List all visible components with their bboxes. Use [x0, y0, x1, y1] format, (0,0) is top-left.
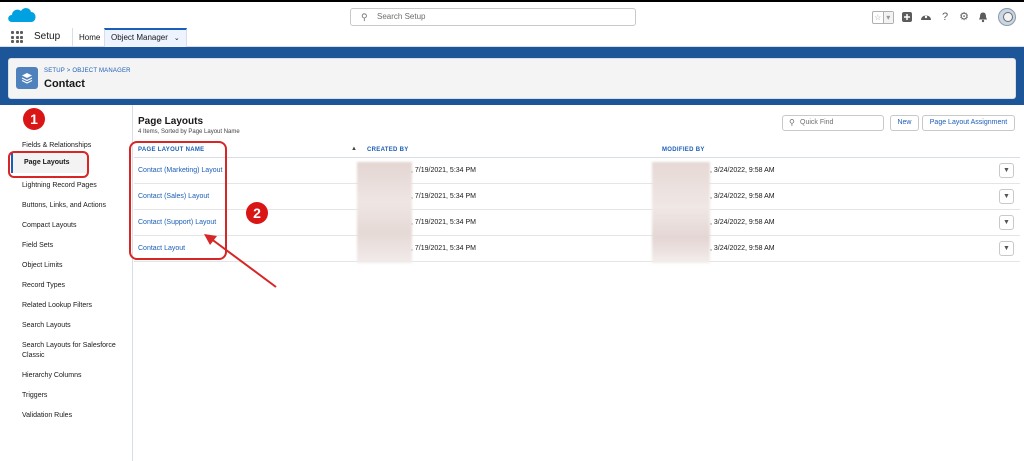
- sidebar-item-record-types[interactable]: Record Types: [22, 281, 126, 291]
- tab-object-manager-label: Object Manager: [111, 33, 168, 42]
- highlight-page-layouts: [8, 151, 89, 178]
- table-header: PAGE LAYOUT NAME ▲ CREATED BY MODIFIED B…: [134, 144, 1020, 158]
- step-badge-1: 1: [23, 108, 45, 130]
- row-actions-dropdown[interactable]: ▼: [999, 163, 1014, 178]
- modified-by-cell: , 3/24/2022, 9:58 AM: [710, 167, 775, 174]
- column-header-modified-by[interactable]: MODIFIED BY: [662, 147, 705, 153]
- search-icon: ⚲: [361, 12, 368, 22]
- setup-nav-bar: Setup Home Object Manager ⌄: [0, 28, 1024, 47]
- breadcrumb[interactable]: SETUP > OBJECT MANAGER: [44, 68, 131, 74]
- created-by-cell: , 7/19/2021, 5:34 PM: [411, 219, 476, 226]
- search-setup-input[interactable]: ⚲ Search Setup: [350, 8, 636, 26]
- header-utility-icons: ☆ ▾ ? ⚙: [872, 7, 1016, 27]
- tab-home[interactable]: Home: [72, 28, 106, 47]
- chevron-down-icon: ▼: [1003, 245, 1010, 252]
- modified-by-cell: , 3/24/2022, 9:58 AM: [710, 245, 775, 252]
- sidebar-item-object-limits[interactable]: Object Limits: [22, 261, 126, 271]
- tab-object-manager[interactable]: Object Manager ⌄: [104, 28, 187, 47]
- column-header-created-by[interactable]: CREATED BY: [367, 147, 409, 153]
- app-name: Setup: [34, 31, 61, 42]
- sidebar-item-search-layouts-classic[interactable]: Search Layouts for Salesforce Classic: [22, 341, 126, 361]
- row-actions-dropdown[interactable]: ▼: [999, 241, 1014, 256]
- chevron-down-icon: ▼: [1003, 193, 1010, 200]
- redacted-user-name: [652, 162, 710, 263]
- sidebar-item-lightning-record-pages[interactable]: Lightning Record Pages: [22, 181, 126, 191]
- tab-home-label: Home: [79, 33, 101, 42]
- sidebar-item-validation-rules[interactable]: Validation Rules: [22, 411, 126, 421]
- redacted-user-name: [357, 162, 412, 263]
- sidebar-item-search-layouts[interactable]: Search Layouts: [22, 321, 126, 331]
- row-actions-dropdown[interactable]: ▼: [999, 215, 1014, 230]
- step-badge-2: 2: [246, 202, 268, 224]
- app-launcher-icon[interactable]: [11, 31, 23, 43]
- add-icon[interactable]: [901, 11, 913, 23]
- sidebar-item-compact-layouts[interactable]: Compact Layouts: [22, 221, 126, 231]
- chevron-down-icon[interactable]: ⌄: [174, 35, 180, 42]
- created-by-cell: , 7/19/2021, 5:34 PM: [411, 245, 476, 252]
- page-layout-assignment-button[interactable]: Page Layout Assignment: [922, 115, 1015, 131]
- sidebar-item-fields-relationships[interactable]: Fields & Relationships: [22, 141, 126, 151]
- help-icon[interactable]: ?: [939, 11, 951, 23]
- salesforce-logo[interactable]: [6, 5, 38, 27]
- sidebar-item-triggers[interactable]: Triggers: [22, 391, 126, 401]
- row-actions-dropdown[interactable]: ▼: [999, 189, 1014, 204]
- annotation-arrow: [204, 234, 277, 288]
- chevron-down-icon[interactable]: ▾: [882, 11, 893, 23]
- favorites-button[interactable]: ☆ ▾: [872, 10, 894, 24]
- section-title: Page Layouts: [138, 116, 204, 127]
- page-title: Contact: [44, 78, 85, 90]
- quick-find-input[interactable]: ⚲ Quick Find: [782, 115, 884, 131]
- new-button[interactable]: New: [890, 115, 919, 131]
- sidebar-item-hierarchy-columns[interactable]: Hierarchy Columns: [22, 371, 126, 381]
- modified-by-cell: , 3/24/2022, 9:58 AM: [710, 219, 775, 226]
- global-header: ⚲ Search Setup ☆ ▾ ? ⚙: [0, 0, 1024, 28]
- gear-icon[interactable]: ⚙: [958, 11, 970, 23]
- created-by-cell: , 7/19/2021, 5:34 PM: [411, 167, 476, 174]
- created-by-cell: , 7/19/2021, 5:34 PM: [411, 193, 476, 200]
- table-row: Contact (Sales) Layout , 7/19/2021, 5:34…: [134, 184, 1020, 210]
- modified-by-cell: , 3/24/2022, 9:58 AM: [710, 193, 775, 200]
- sort-ascending-icon[interactable]: ▲: [351, 146, 357, 152]
- chevron-down-icon: ▼: [1003, 167, 1010, 174]
- search-icon: ⚲: [789, 118, 795, 127]
- sidebar-item-buttons-links-actions[interactable]: Buttons, Links, and Actions: [22, 201, 126, 211]
- trailhead-icon[interactable]: [920, 11, 932, 23]
- object-header: SETUP > OBJECT MANAGER Contact: [8, 58, 1016, 99]
- sidebar-item-related-lookup-filters[interactable]: Related Lookup Filters: [22, 301, 126, 311]
- quick-find-placeholder: Quick Find: [800, 119, 834, 126]
- layers-icon: [16, 67, 38, 89]
- favorite-star-icon[interactable]: ☆: [873, 12, 883, 23]
- chevron-down-icon: ▼: [1003, 219, 1010, 226]
- notification-bell-icon[interactable]: [977, 11, 989, 23]
- avatar[interactable]: [998, 8, 1016, 26]
- table-row: Contact (Marketing) Layout , 7/19/2021, …: [134, 158, 1020, 184]
- search-placeholder: Search Setup: [377, 12, 426, 21]
- sidebar-item-field-sets[interactable]: Field Sets: [22, 241, 126, 251]
- section-subtitle: 4 Items, Sorted by Page Layout Name: [138, 129, 240, 135]
